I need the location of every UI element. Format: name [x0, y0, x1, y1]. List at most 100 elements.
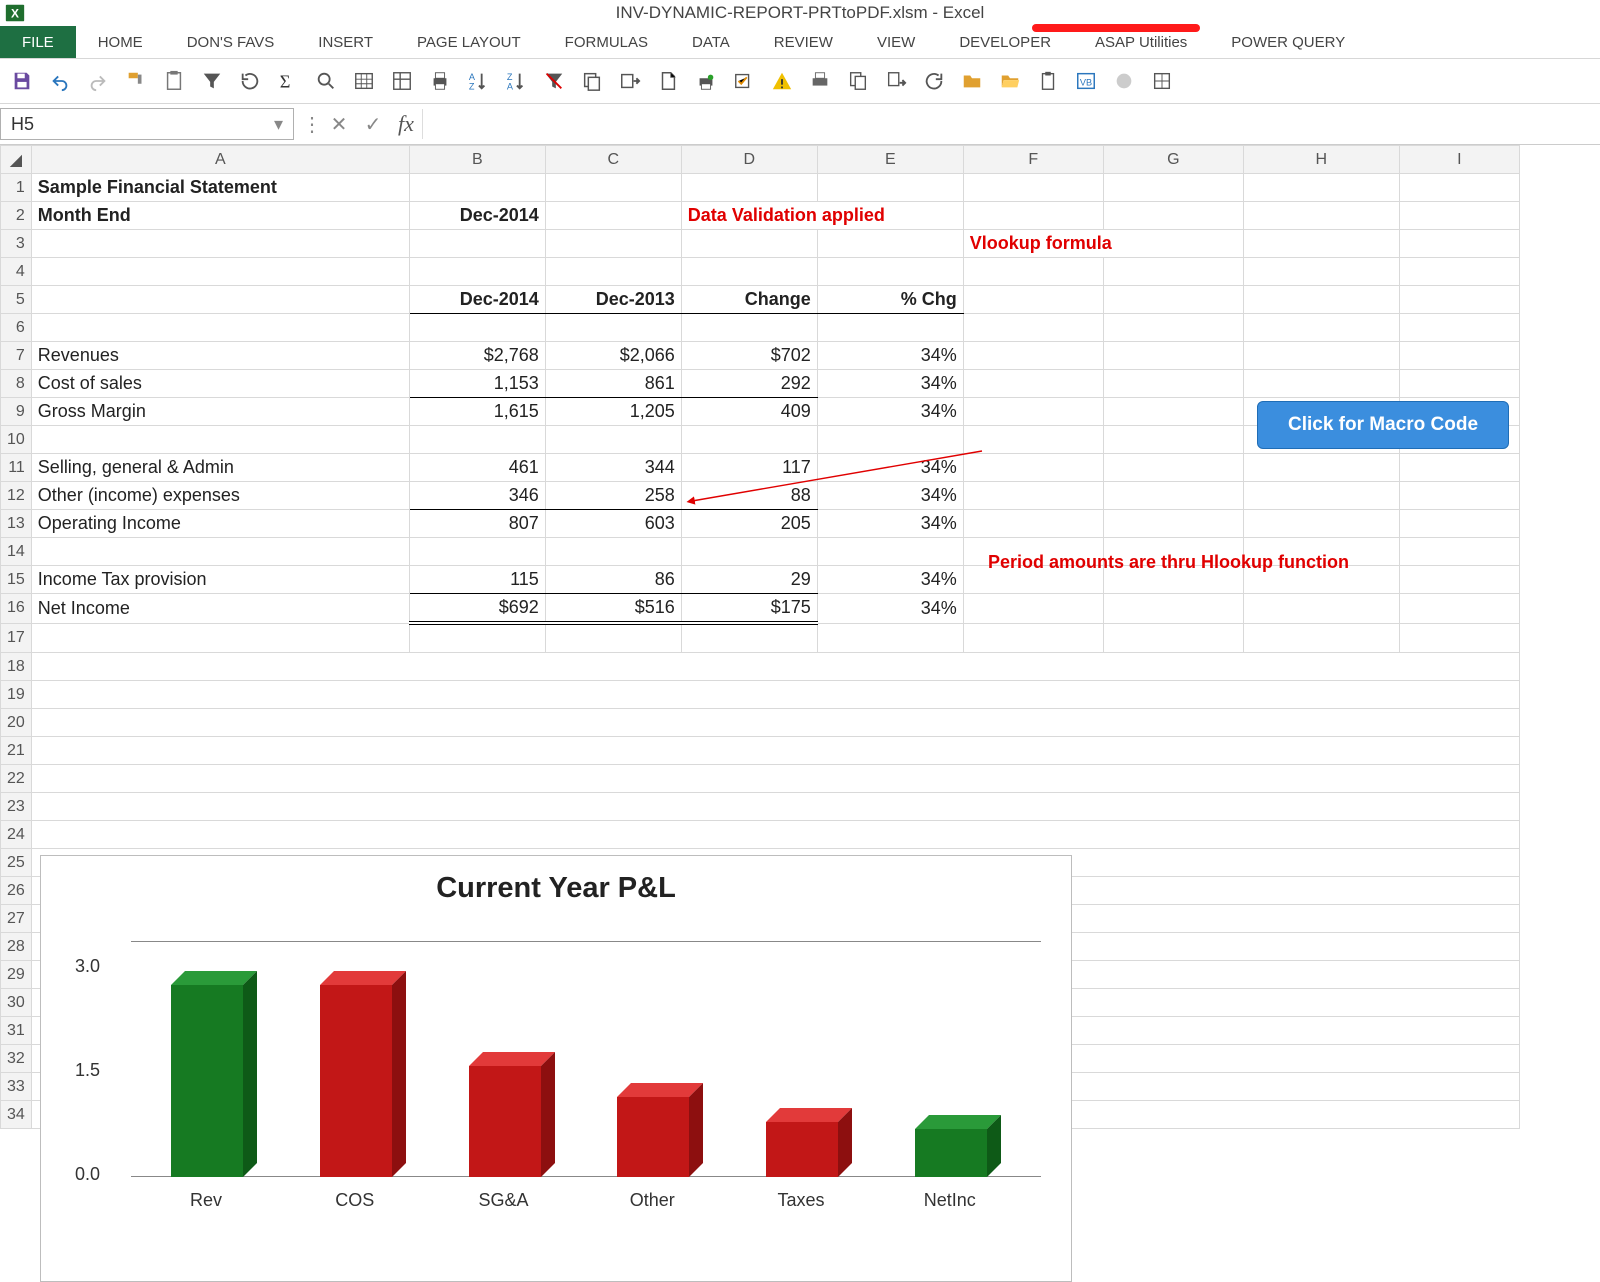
cell[interactable]: 29 [681, 566, 817, 594]
cell[interactable]: 34% [817, 482, 963, 510]
rowhead-2[interactable]: 2 [1, 202, 32, 230]
cell[interactable]: Dec-2014 [409, 286, 545, 314]
rowhead-30[interactable]: 30 [1, 989, 32, 1017]
formula-input[interactable] [422, 109, 1600, 139]
colhead-c[interactable]: C [545, 146, 681, 174]
cell[interactable]: 34% [817, 594, 963, 624]
cell[interactable]: $175 [681, 594, 817, 624]
cell[interactable]: Selling, general & Admin [31, 454, 409, 482]
colhead-g[interactable]: G [1103, 146, 1243, 174]
colhead-e[interactable]: E [817, 146, 963, 174]
cell[interactable]: Sample Financial Statement [31, 174, 409, 202]
cell[interactable]: 603 [545, 510, 681, 538]
cell[interactable]: 34% [817, 342, 963, 370]
cell[interactable]: 88 [681, 482, 817, 510]
rowhead-13[interactable]: 13 [1, 510, 32, 538]
cell[interactable]: $2,066 [545, 342, 681, 370]
copy-icon[interactable] [578, 67, 606, 95]
refresh2-icon[interactable] [920, 67, 948, 95]
check-icon[interactable] [730, 67, 758, 95]
dropdown-icon[interactable]: ▾ [274, 114, 283, 135]
cell[interactable]: 115 [409, 566, 545, 594]
sort-za-icon[interactable]: ZA [502, 67, 530, 95]
cell[interactable]: 344 [545, 454, 681, 482]
save-icon[interactable] [8, 67, 36, 95]
tab-data[interactable]: DATA [670, 26, 752, 58]
printer-icon[interactable] [806, 67, 834, 95]
undo-icon[interactable] [46, 67, 74, 95]
rowhead-28[interactable]: 28 [1, 933, 32, 961]
cell[interactable]: Dec-2014 [409, 202, 545, 230]
cell[interactable]: Other (income) expenses [31, 482, 409, 510]
redo-icon[interactable] [84, 67, 112, 95]
quick-print-icon[interactable] [692, 67, 720, 95]
selected-cell-h5[interactable] [1243, 286, 1399, 314]
clipboard-icon[interactable] [1034, 67, 1062, 95]
cell[interactable]: Cost of sales [31, 370, 409, 398]
rowhead-12[interactable]: 12 [1, 482, 32, 510]
rowhead-15[interactable]: 15 [1, 566, 32, 594]
rowhead-29[interactable]: 29 [1, 961, 32, 989]
tab-insert[interactable]: INSERT [296, 26, 395, 58]
tab-page-layout[interactable]: PAGE LAYOUT [395, 26, 543, 58]
rowhead-16[interactable]: 16 [1, 594, 32, 624]
tab-file[interactable]: FILE [0, 26, 76, 58]
open-folder-icon[interactable] [996, 67, 1024, 95]
cell[interactable]: 34% [817, 566, 963, 594]
table-icon[interactable] [350, 67, 378, 95]
cell[interactable]: 807 [409, 510, 545, 538]
doc-move-icon[interactable] [882, 67, 910, 95]
borders-icon[interactable] [1148, 67, 1176, 95]
rowhead-22[interactable]: 22 [1, 765, 32, 793]
rowhead-26[interactable]: 26 [1, 877, 32, 905]
tab-dons-favs[interactable]: DON'S FAVS [165, 26, 297, 58]
cell[interactable]: 205 [681, 510, 817, 538]
name-box[interactable]: H5 ▾ [0, 108, 294, 140]
cell[interactable]: 117 [681, 454, 817, 482]
cell[interactable]: 292 [681, 370, 817, 398]
cell[interactable]: 1,153 [409, 370, 545, 398]
cell[interactable]: Revenues [31, 342, 409, 370]
rowhead-24[interactable]: 24 [1, 821, 32, 849]
cell[interactable]: 346 [409, 482, 545, 510]
cell[interactable]: 861 [545, 370, 681, 398]
rowhead-33[interactable]: 33 [1, 1073, 32, 1101]
cell[interactable]: 34% [817, 454, 963, 482]
rowhead-1[interactable]: 1 [1, 174, 32, 202]
cell[interactable]: 258 [545, 482, 681, 510]
tab-view[interactable]: VIEW [855, 26, 937, 58]
select-all-corner[interactable]: ◢ [1, 146, 32, 174]
autosum-icon[interactable]: Σ [274, 67, 302, 95]
rowhead-19[interactable]: 19 [1, 681, 32, 709]
chart-current-year-pl[interactable]: Current Year P&L 0.0 1.5 3.0 RevCOSSG&AO… [40, 855, 1072, 1282]
cancel-icon[interactable]: ✕ [322, 109, 356, 139]
cell[interactable]: Income Tax provision [31, 566, 409, 594]
rowhead-21[interactable]: 21 [1, 737, 32, 765]
cell[interactable]: Operating Income [31, 510, 409, 538]
macro-code-button[interactable]: Click for Macro Code [1257, 401, 1509, 449]
rowhead-5[interactable]: 5 [1, 286, 32, 314]
move-icon[interactable] [616, 67, 644, 95]
rowhead-32[interactable]: 32 [1, 1045, 32, 1073]
doc-copy-icon[interactable] [844, 67, 872, 95]
rowhead-18[interactable]: 18 [1, 653, 32, 681]
enter-icon[interactable]: ✓ [356, 109, 390, 139]
sort-az-icon[interactable]: AZ [464, 67, 492, 95]
rowhead-3[interactable]: 3 [1, 230, 32, 258]
rowhead-14[interactable]: 14 [1, 538, 32, 566]
rowhead-4[interactable]: 4 [1, 258, 32, 286]
zoom-icon[interactable] [312, 67, 340, 95]
filter-icon[interactable] [198, 67, 226, 95]
rowhead-17[interactable]: 17 [1, 623, 32, 653]
colhead-i[interactable]: I [1399, 146, 1519, 174]
cell[interactable]: % Chg [817, 286, 963, 314]
cell[interactable]: Month End [31, 202, 409, 230]
cell[interactable]: 34% [817, 370, 963, 398]
cell[interactable]: 461 [409, 454, 545, 482]
cell[interactable]: Dec-2013 [545, 286, 681, 314]
cell[interactable]: Change [681, 286, 817, 314]
cell[interactable]: 1,205 [545, 398, 681, 426]
vba-icon[interactable]: VB [1072, 67, 1100, 95]
colhead-a[interactable]: A [31, 146, 409, 174]
rowhead-7[interactable]: 7 [1, 342, 32, 370]
